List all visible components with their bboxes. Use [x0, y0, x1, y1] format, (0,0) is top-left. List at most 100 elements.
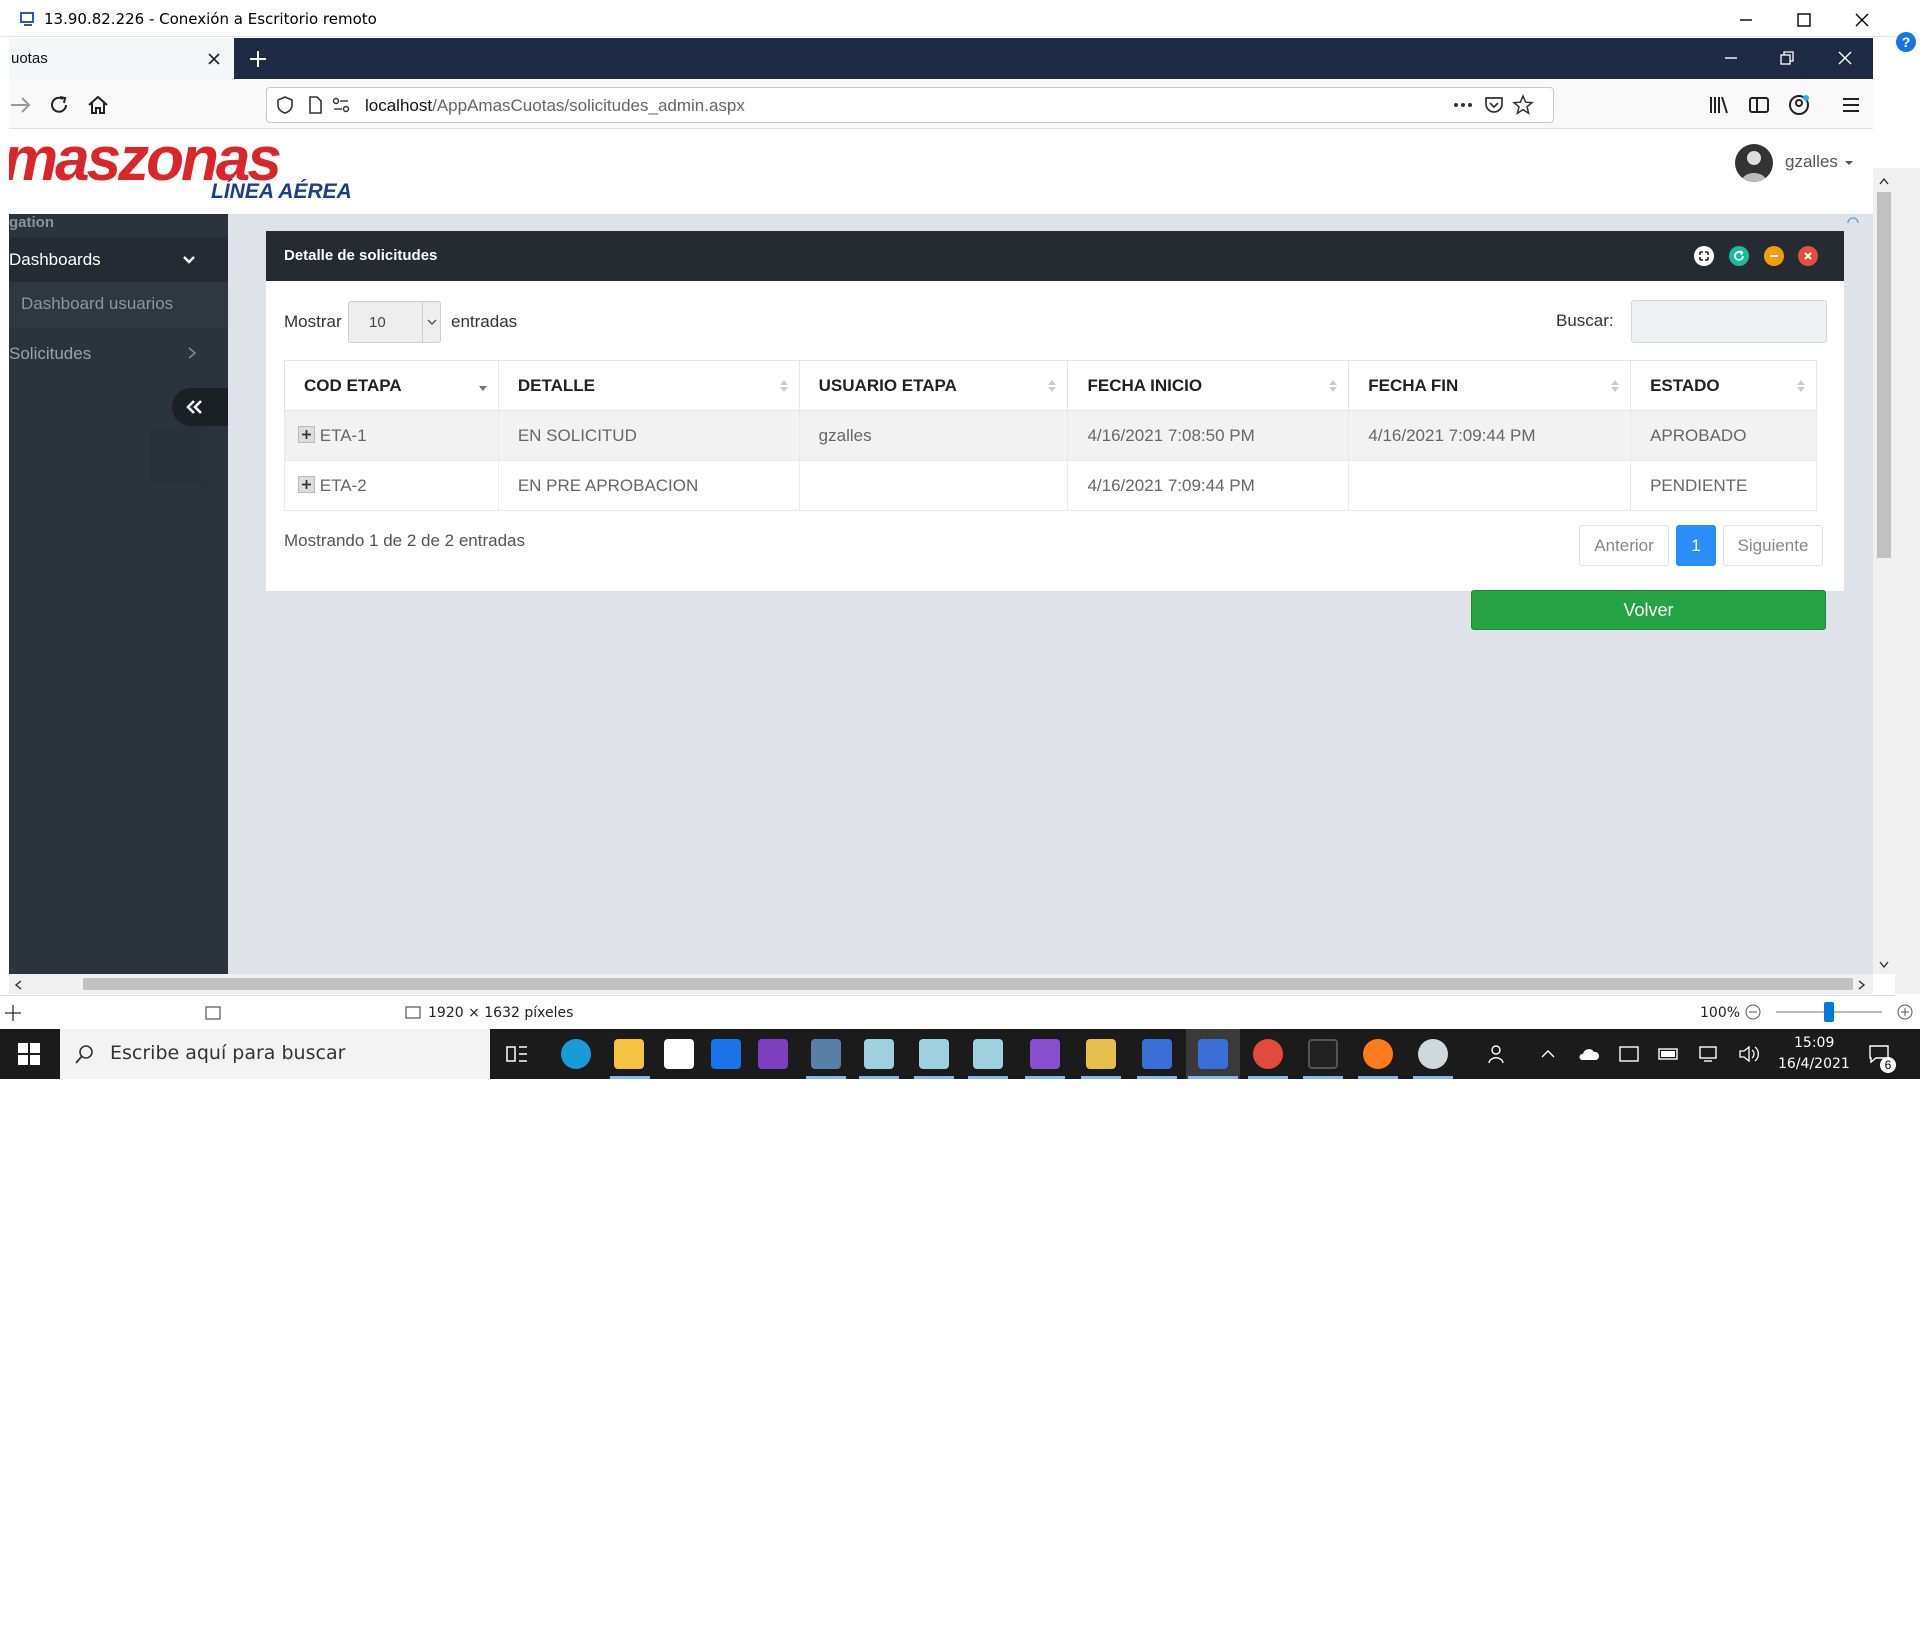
- library-icon[interactable]: [1707, 93, 1731, 117]
- web-page: maszonas LÍNEA AÉREA gzalles gation Dash…: [9, 130, 1873, 974]
- prev-page-button[interactable]: Anterior: [1579, 525, 1669, 566]
- sql-tool-icon[interactable]: [864, 1039, 894, 1069]
- permissions-icon[interactable]: [331, 95, 351, 115]
- horizontal-scrollbar[interactable]: [9, 974, 1873, 994]
- menu-icon[interactable]: [1839, 93, 1863, 117]
- sidebar-collapse-button[interactable]: [172, 388, 228, 426]
- status-bar: 1920 × 1632 píxeles 100%: [0, 995, 1913, 1029]
- site-logo[interactable]: maszonas LÍNEA AÉREA: [9, 130, 352, 214]
- sql-tool-icon-2[interactable]: [919, 1039, 949, 1069]
- address-bar[interactable]: localhost/AppAmasCuotas/solicitudes_admi…: [266, 87, 1554, 123]
- tab-close-icon[interactable]: [205, 50, 223, 68]
- column-header-estado[interactable]: ESTADO: [1630, 360, 1817, 411]
- task-view-icon[interactable]: [505, 1043, 529, 1065]
- mail-icon[interactable]: [711, 1039, 741, 1069]
- remote-desktop-active-icon[interactable]: [1198, 1039, 1228, 1069]
- close-icon[interactable]: [1852, 10, 1872, 30]
- sidebar-toggle-icon[interactable]: [1747, 93, 1771, 117]
- browser-tab[interactable]: uotas: [9, 38, 234, 79]
- browser-nav-bar: localhost/AppAmasCuotas/solicitudes_admi…: [9, 79, 1873, 129]
- new-tab-icon[interactable]: [247, 48, 269, 70]
- bookmark-star-icon[interactable]: [1512, 94, 1534, 116]
- visual-studio-icon[interactable]: [758, 1039, 788, 1069]
- remote-desktop-icon[interactable]: [1142, 1039, 1172, 1069]
- account-icon[interactable]: [1787, 93, 1811, 117]
- chrome-icon[interactable]: [1253, 1039, 1283, 1069]
- vertical-scrollbar[interactable]: [1873, 168, 1895, 974]
- sidebar-item-dashboard-usuarios[interactable]: Dashboard usuarios: [9, 282, 228, 328]
- clock-date[interactable]: 16/4/2021: [1778, 1056, 1850, 1072]
- next-page-button[interactable]: Siguiente: [1723, 525, 1823, 566]
- paint-icon[interactable]: [1418, 1039, 1448, 1069]
- collapse-panel-icon[interactable]: [1764, 246, 1784, 266]
- browser-close-icon[interactable]: [1835, 48, 1855, 68]
- remove-panel-icon[interactable]: [1798, 246, 1818, 266]
- more-actions-icon[interactable]: [1452, 95, 1474, 115]
- avatar[interactable]: [1735, 144, 1773, 182]
- back-button[interactable]: Volver: [1471, 590, 1826, 630]
- user-name[interactable]: gzalles: [1785, 152, 1838, 172]
- calculator-icon[interactable]: [811, 1039, 841, 1069]
- scroll-right-icon[interactable]: [1857, 979, 1867, 991]
- column-header-detalle[interactable]: DETALLE: [497, 360, 800, 411]
- clock-time[interactable]: 15:09: [1794, 1035, 1834, 1051]
- file-explorer-icon[interactable]: [614, 1039, 644, 1069]
- shield-icon[interactable]: [275, 95, 295, 115]
- scroll-thumb[interactable]: [1877, 192, 1891, 558]
- sql-tool-icon-3[interactable]: [973, 1039, 1003, 1069]
- help-icon[interactable]: ?: [1896, 32, 1916, 52]
- zoom-slider[interactable]: [1776, 1002, 1882, 1022]
- zoom-out-icon[interactable]: [1744, 1003, 1762, 1021]
- camera-icon[interactable]: [1308, 1039, 1338, 1069]
- reload-icon[interactable]: [47, 93, 71, 117]
- table-row[interactable]: ETA-1 EN SOLICITUD gzalles 4/16/2021 7:0…: [284, 410, 1817, 461]
- column-header-fecha-inicio[interactable]: FECHA INICIO: [1067, 360, 1350, 411]
- volume-icon[interactable]: [1738, 1044, 1760, 1064]
- store-icon[interactable]: [664, 1039, 694, 1069]
- home-icon[interactable]: [86, 93, 110, 117]
- scroll-down-icon[interactable]: [1878, 960, 1890, 970]
- people-icon[interactable]: [1488, 1044, 1508, 1064]
- browser-restore-icon[interactable]: [1777, 48, 1797, 68]
- expand-row-icon[interactable]: [298, 425, 315, 443]
- taskbar-search-box[interactable]: Escribe aquí para buscar: [60, 1029, 490, 1079]
- scroll-up-icon[interactable]: [1878, 176, 1890, 186]
- windows-start-icon[interactable]: [18, 1043, 40, 1065]
- minimize-icon[interactable]: [1736, 10, 1756, 30]
- sidebar-item-dashboards[interactable]: Dashboards: [9, 238, 228, 282]
- browser-minimize-icon[interactable]: [1721, 48, 1741, 68]
- onedrive-icon[interactable]: [1578, 1046, 1600, 1062]
- running-indicator: [1188, 1076, 1238, 1079]
- zoom-slider-thumb[interactable]: [1824, 1002, 1834, 1022]
- page-1-button[interactable]: 1: [1676, 525, 1716, 566]
- expand-row-icon[interactable]: [298, 475, 315, 493]
- firefox-icon[interactable]: [1363, 1039, 1393, 1069]
- horizontal-scroll-thumb[interactable]: [83, 978, 1853, 990]
- iis-manager-icon[interactable]: [1086, 1039, 1116, 1069]
- pocket-icon[interactable]: [1483, 94, 1505, 116]
- fullscreen-icon[interactable]: [1694, 246, 1714, 266]
- defender-icon[interactable]: [1618, 1044, 1640, 1064]
- maximize-icon[interactable]: [1794, 10, 1814, 30]
- table-row[interactable]: ETA-2 EN PRE APROBACION 4/16/2021 7:09:4…: [284, 460, 1817, 511]
- outer-vertical-scrollbar[interactable]: [1895, 168, 1920, 994]
- search-input[interactable]: [1631, 300, 1827, 343]
- column-header-usuario-etapa[interactable]: USUARIO ETAPA: [798, 360, 1069, 411]
- sidebar-item-solicitudes[interactable]: Solicitudes: [9, 328, 228, 376]
- scroll-left-icon[interactable]: [13, 979, 23, 991]
- user-menu-caret-icon[interactable]: [1843, 158, 1855, 168]
- search-label: Buscar:: [1556, 311, 1614, 330]
- refresh-icon[interactable]: [1729, 246, 1749, 266]
- chevron-up-icon[interactable]: [1540, 1046, 1556, 1062]
- zoom-in-icon[interactable]: [1896, 1003, 1914, 1021]
- network-icon[interactable]: [1698, 1044, 1720, 1064]
- table-cell: ETA-2: [284, 460, 499, 511]
- forward-icon[interactable]: [9, 93, 33, 117]
- battery-icon[interactable]: [1658, 1046, 1680, 1062]
- column-header-cod-etapa[interactable]: COD ETAPA: [284, 360, 499, 411]
- column-header-fecha-fin[interactable]: FECHA FIN: [1348, 360, 1632, 411]
- page-size-select[interactable]: 10: [348, 301, 441, 343]
- edge-icon[interactable]: [561, 1039, 591, 1069]
- visual-studio-2-icon[interactable]: [1030, 1039, 1060, 1069]
- panel-title: Detalle de solicitudes: [284, 247, 438, 264]
